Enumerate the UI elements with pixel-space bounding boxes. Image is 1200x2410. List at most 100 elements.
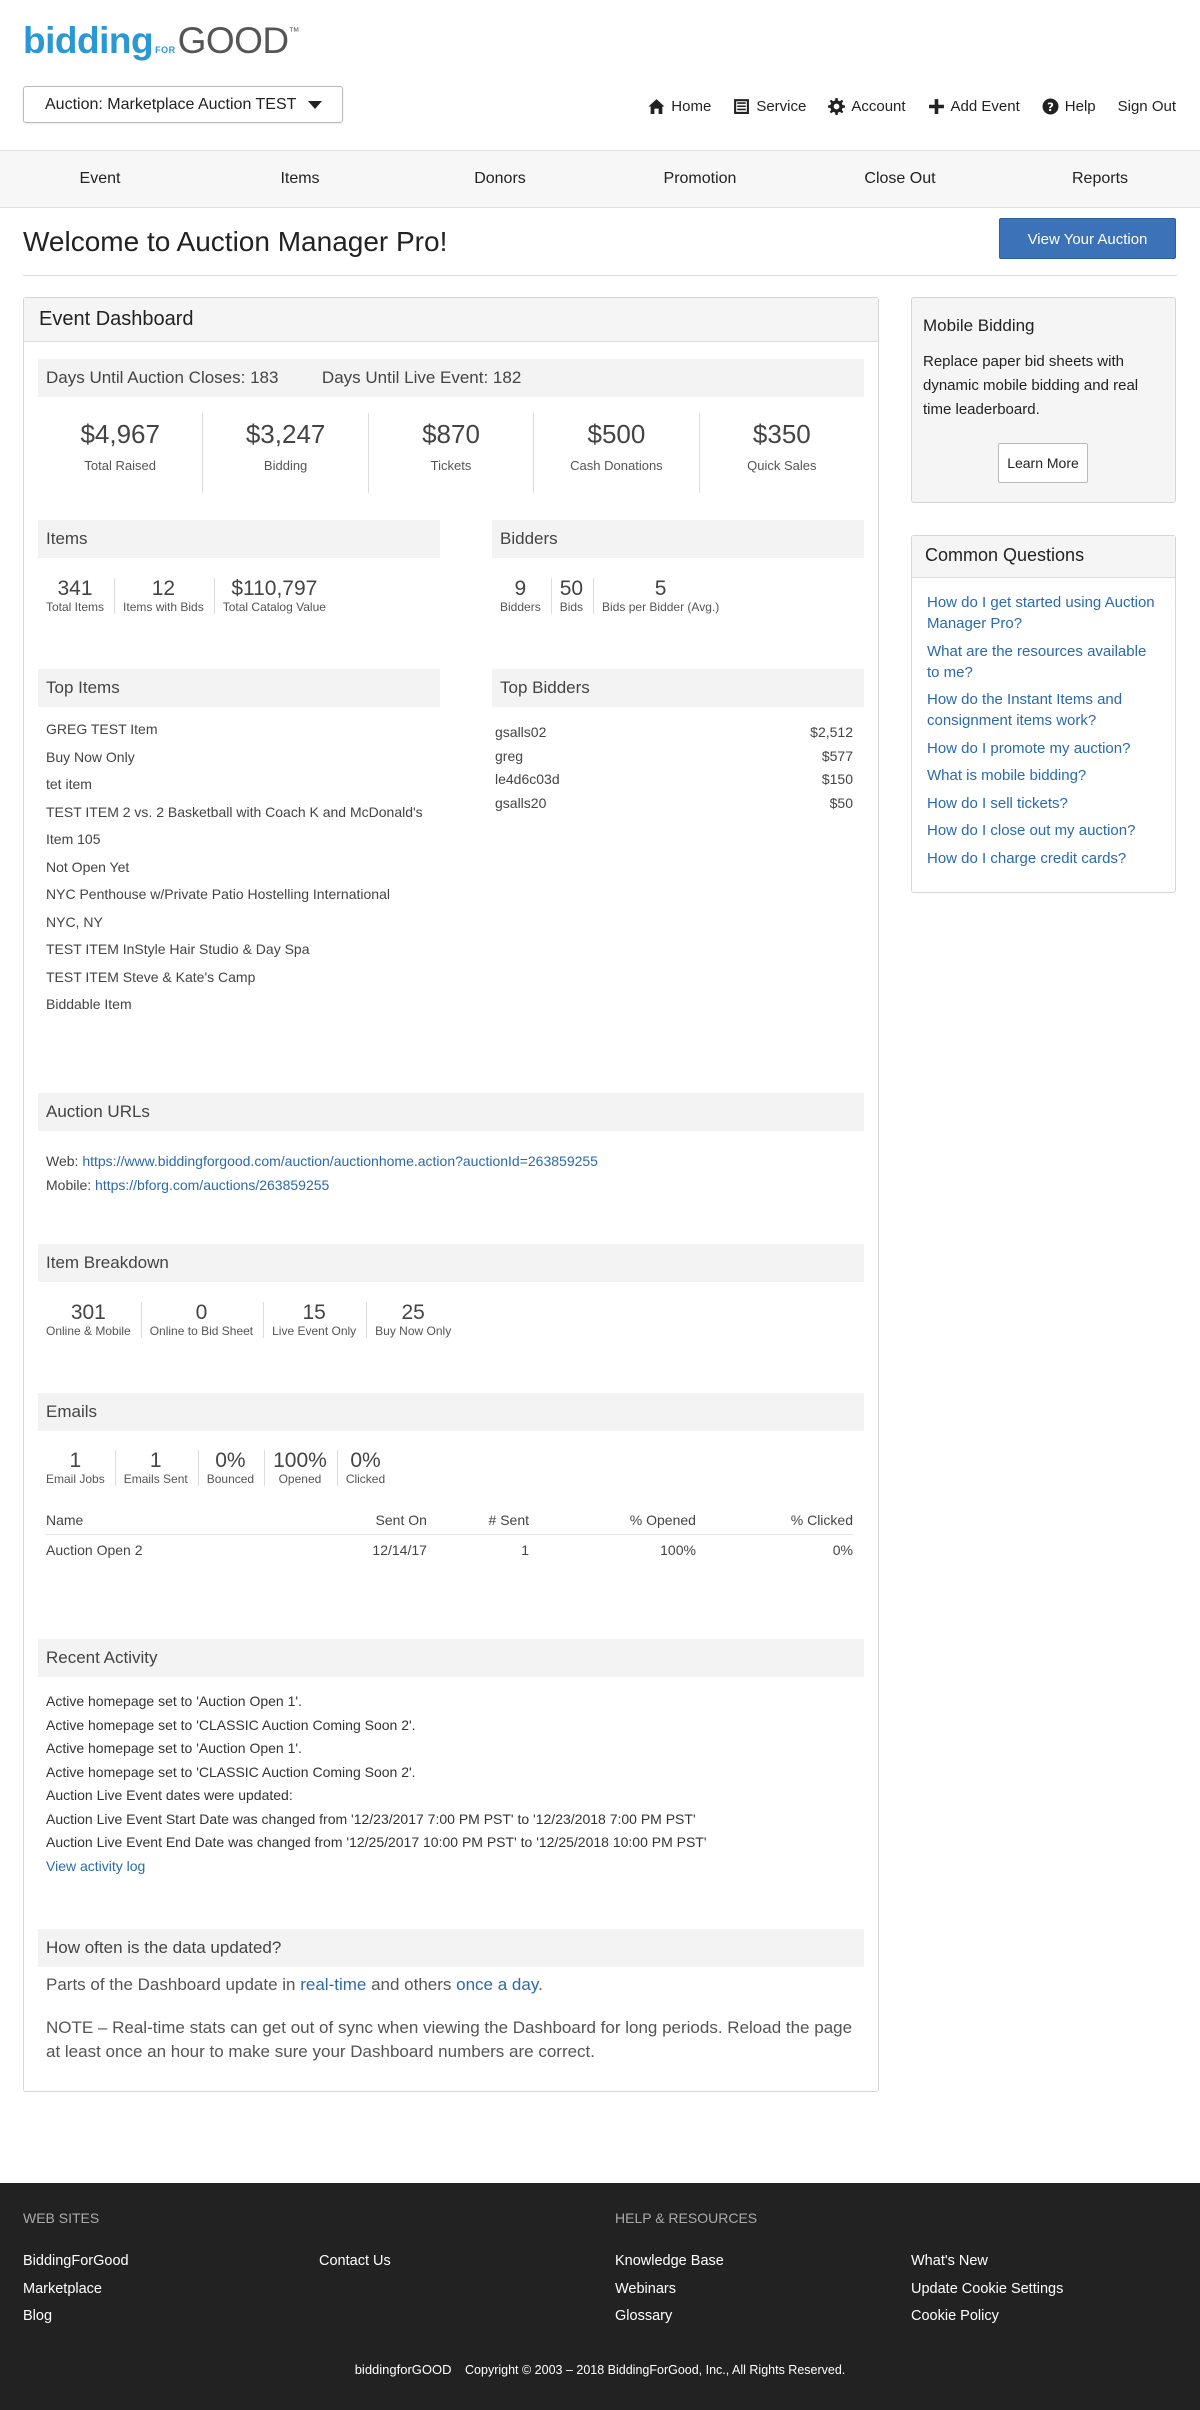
question-link[interactable]: How do I sell tickets?	[927, 793, 1160, 814]
divider	[23, 275, 1177, 276]
nav-account[interactable]: Account	[828, 98, 906, 115]
days-until-close: Days Until Auction Closes: 183	[46, 368, 279, 387]
nav-service[interactable]: Service	[733, 98, 806, 115]
list-item: Item 105	[46, 831, 101, 847]
nav-add-event[interactable]: Add Event	[928, 98, 1020, 115]
table-row: Auction Open 2 12/14/17 1 100% 0%	[46, 1542, 853, 1558]
stat-bids-per-bidder: 5 Bids per Bidder (Avg.)	[602, 577, 720, 615]
stat-buy-now-only: 25 Buy Now Only	[375, 1301, 452, 1339]
tab-reports[interactable]: Reports	[1000, 151, 1200, 207]
footer-link[interactable]: Knowledge Base	[615, 2248, 757, 2276]
once-a-day-link[interactable]: once a day	[456, 1975, 538, 1994]
common-questions-title: Common Questions	[912, 536, 1175, 578]
tab-event[interactable]: Event	[0, 151, 200, 207]
footer-link[interactable]: Contact Us	[319, 2248, 391, 2276]
question-link[interactable]: What are the resources available to me?	[927, 641, 1160, 683]
stat-total-items: 341 Total Items	[38, 578, 116, 614]
stat-online-mobile: 301 Online & Mobile	[38, 1302, 142, 1338]
footer-link[interactable]: Blog	[23, 2303, 129, 2331]
question-circle-icon: ?	[1042, 98, 1059, 115]
footer-link[interactable]: What's New	[911, 2248, 1063, 2276]
list-item: NYC Penthouse w/Private Patio Hostelling…	[46, 886, 390, 902]
footer-link[interactable]: Webinars	[615, 2276, 757, 2304]
dashboard-title: Event Dashboard	[24, 298, 878, 342]
list-item: greg $577	[495, 747, 853, 764]
auction-urls: Web: https://www.biddingforgood.com/auct…	[46, 1153, 598, 1193]
question-link[interactable]: What is mobile bidding?	[927, 765, 1160, 786]
list-item: tet item	[46, 776, 92, 792]
question-link[interactable]: How do I promote my auction?	[927, 738, 1160, 759]
question-link[interactable]: How do I get started using Auction Manag…	[927, 592, 1160, 634]
footer-heading-help: HELP & RESOURCES	[615, 2210, 758, 2226]
list-item: gsalls02 $2,512	[495, 724, 853, 740]
view-activity-log-link[interactable]: View activity log	[46, 1858, 145, 1874]
learn-more-button[interactable]: Learn More	[998, 443, 1088, 483]
auction-urls-header: Auction URLs	[38, 1093, 864, 1131]
stat-bidders: 9 Bidders	[492, 578, 552, 614]
footer-link[interactable]: Glossary	[615, 2303, 757, 2331]
tab-promotion[interactable]: Promotion	[600, 151, 800, 207]
list-item: Active homepage set to 'CLASSIC Auction …	[46, 1716, 416, 1733]
tab-items[interactable]: Items	[200, 151, 400, 207]
mobile-bidding-title: Mobile Bidding	[923, 316, 1035, 335]
question-link[interactable]: How do I close out my auction?	[927, 820, 1160, 841]
view-auction-button[interactable]: View Your Auction	[999, 218, 1176, 259]
footer-col-misc: What's New Update Cookie Settings Cookie…	[911, 2210, 1063, 2331]
stat-email-jobs: 1 Email Jobs	[38, 1450, 116, 1486]
question-link[interactable]: How do the Instant Items and consignment…	[927, 689, 1160, 731]
stat-total-raised: $4,967 Total Raised	[38, 413, 204, 493]
list-item: Buy Now Only	[46, 748, 135, 765]
stat-emails-sent: 1 Emails Sent	[116, 1450, 199, 1486]
bidding-for-good-logo[interactable]: bidding FOR GOOD ™	[23, 20, 300, 62]
tab-donors[interactable]: Donors	[400, 151, 600, 207]
web-url-link[interactable]: https://www.biddingforgood.com/auction/a…	[82, 1153, 598, 1169]
stat-bidding: $3,247 Bidding	[203, 413, 369, 493]
mobile-url-link[interactable]: https://bforg.com/auctions/263859255	[95, 1177, 329, 1193]
list-item: TEST ITEM 2 vs. 2 Basketball with Coach …	[46, 803, 423, 820]
list-item: Biddable Item	[46, 996, 132, 1012]
stat-tickets: $870 Tickets	[369, 413, 535, 493]
nav-home[interactable]: Home	[648, 98, 711, 115]
header: bidding FOR GOOD ™ Auction: Marketplace …	[0, 0, 1200, 150]
list-item: le4d6c03d $150	[495, 771, 853, 787]
list-item: Active homepage set to 'CLASSIC Auction …	[46, 1763, 416, 1780]
top-bidders-list: gsalls02 $2,512 greg $577 le4d6c03d $150 gs…	[495, 721, 853, 815]
top-navigation: Home Service Account Add Event ? Help Si…	[648, 98, 1176, 115]
nav-sign-out[interactable]: Sign Out	[1118, 98, 1176, 115]
days-until-live: Days Until Live Event: 182	[321, 368, 522, 387]
real-time-link[interactable]: real-time	[300, 1975, 366, 1994]
list-item: TEST ITEM InStyle Hair Studio & Day Spa	[46, 941, 310, 957]
footer-link[interactable]: Update Cookie Settings	[911, 2276, 1063, 2304]
question-link[interactable]: How do I charge credit cards?	[927, 848, 1160, 869]
stat-live-event-only: 15 Live Event Only	[264, 1302, 368, 1338]
emails-header: Emails	[38, 1393, 864, 1431]
mobile-bidding-panel: Mobile Bidding Replace paper bid sheets …	[911, 297, 1176, 503]
common-questions-list: How do I get started using Auction Manag…	[912, 578, 1175, 889]
stat-catalog-value: $110,797 Total Catalog Value	[222, 577, 326, 615]
data-update-header: How often is the data updated?	[38, 1929, 864, 1967]
footer: WEB SITES BiddingForGood Marketplace Blo…	[0, 2183, 1200, 2410]
bidders-header: Bidders	[492, 520, 864, 558]
nav-help[interactable]: ? Help	[1042, 98, 1096, 115]
stat-items-with-bids: 12 Items with Bids	[115, 578, 215, 614]
data-update-note: NOTE – Real-time stats can get out of sy…	[46, 2018, 853, 2061]
copyright: biddingforGOOD Copyright © 2003 – 2018 B…	[354, 2362, 846, 2377]
caret-down-icon	[308, 100, 323, 109]
auction-select-dropdown[interactable]: Auction: Marketplace Auction TEST	[23, 86, 343, 123]
items-header: Items	[38, 520, 440, 558]
list-item: Auction Live Event End Date was changed …	[46, 1834, 707, 1850]
stat-opened: 100% Opened	[265, 1450, 338, 1486]
list-item: Auction Live Event dates were updated:	[46, 1787, 293, 1803]
svg-text:?: ?	[1047, 100, 1054, 114]
item-breakdown-header: Item Breakdown	[38, 1244, 864, 1282]
footer-link[interactable]: Marketplace	[23, 2276, 129, 2304]
footer-link[interactable]: Cookie Policy	[911, 2303, 1063, 2331]
emails-table: Name Sent On # Sent % Opened % Clicked A…	[46, 1508, 853, 1565]
plus-icon	[928, 99, 944, 114]
items-stats: 341 Total Items 12 Items with Bids $110,79…	[38, 578, 336, 614]
summary-stats: $4,967 Total Raised $3,247 Bidding $870 Tic…	[38, 413, 864, 493]
footer-link[interactable]: BiddingForGood	[23, 2248, 129, 2276]
top-items-header: Top Items	[38, 669, 440, 707]
mobile-bidding-desc: Replace paper bid sheets with dynamic mo…	[923, 353, 1139, 418]
tab-close-out[interactable]: Close Out	[800, 151, 1000, 207]
